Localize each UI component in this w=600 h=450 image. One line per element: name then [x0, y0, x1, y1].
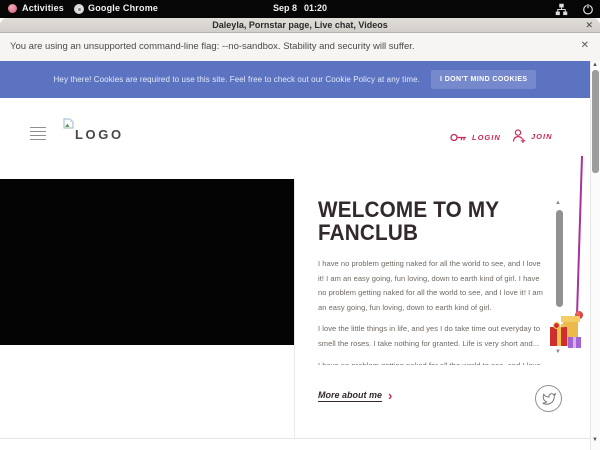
- welcome-heading-line2: FANCLUB: [318, 221, 530, 244]
- cookie-message: Hey there! Cookies are required to use t…: [54, 75, 420, 84]
- chevron-right-icon: ›: [388, 391, 392, 401]
- infobar-message: You are using an unsupported command-lin…: [10, 41, 415, 52]
- twitter-bird-icon: [542, 392, 556, 406]
- clock-date: Sep 8: [273, 3, 297, 13]
- welcome-paragraph-2: I love the little things in life, and ye…: [318, 322, 544, 351]
- cookie-banner: Hey there! Cookies are required to use t…: [0, 61, 590, 98]
- window-titlebar[interactable]: Daleyla, Pornstar page, Live chat, Video…: [0, 18, 600, 33]
- clock-button[interactable]: Sep 8 01:20: [273, 3, 327, 13]
- browser-scrollbar-thumb[interactable]: [592, 70, 599, 173]
- network-icon[interactable]: [555, 3, 568, 16]
- twitter-button[interactable]: [535, 385, 562, 412]
- section-divider: [0, 438, 590, 439]
- app-menu-button[interactable]: Google Chrome: [88, 3, 158, 13]
- user-plus-icon: [512, 129, 526, 144]
- inner-scrollbar-thumb[interactable]: [556, 210, 563, 307]
- welcome-paragraph-1: I have no problem getting naked for all …: [318, 257, 544, 315]
- join-label: JOIN: [531, 132, 553, 141]
- browser-scrollbar-up-arrow[interactable]: ▲: [592, 62, 598, 68]
- gnome-top-bar: Activities Google Chrome Sep 8 01:20: [0, 0, 600, 18]
- welcome-paragraph-clipped: I have no problem getting naked for all …: [318, 359, 544, 365]
- window-close-button[interactable]: ✕: [585, 20, 593, 31]
- gift-box-purple-icon: [568, 337, 581, 348]
- browser-scrollbar-down-arrow[interactable]: ▼: [592, 437, 598, 443]
- gift-box-red-icon: [550, 327, 567, 346]
- welcome-scroll-area[interactable]: WELCOME TO MY FANCLUB I have no problem …: [318, 198, 544, 374]
- login-label: LOGIN: [472, 133, 501, 142]
- login-button[interactable]: LOGIN: [450, 132, 501, 143]
- infobar-close-button[interactable]: ✕: [581, 40, 589, 51]
- more-about-me-label: More about me: [318, 390, 382, 402]
- menu-hamburger-icon[interactable]: [30, 127, 46, 140]
- broken-image-icon: [63, 118, 74, 129]
- clock-time: 01:20: [304, 3, 327, 13]
- key-icon: [450, 132, 467, 143]
- welcome-heading-line1: WELCOME TO MY: [318, 198, 530, 221]
- activities-button[interactable]: Activities: [22, 3, 64, 13]
- screen: Activities Google Chrome Sep 8 01:20 Dal…: [0, 0, 600, 450]
- video-player[interactable]: [0, 179, 294, 345]
- recording-indicator-dot: [8, 4, 17, 13]
- site-logo[interactable]: LOGO: [75, 127, 124, 142]
- window-title: Daleyla, Pornstar page, Live chat, Video…: [0, 20, 600, 30]
- power-icon[interactable]: [582, 3, 594, 15]
- inner-scrollbar-down-arrow[interactable]: ▼: [555, 349, 561, 355]
- more-about-me-link[interactable]: More about me ›: [318, 390, 392, 402]
- join-button[interactable]: JOIN: [512, 129, 553, 144]
- chrome-icon: [74, 4, 84, 14]
- accept-cookies-button[interactable]: I DON'T MIND COOKIES: [431, 70, 536, 89]
- chrome-infobar: You are using an unsupported command-lin…: [0, 33, 600, 61]
- inner-scrollbar-up-arrow[interactable]: ▲: [555, 200, 561, 206]
